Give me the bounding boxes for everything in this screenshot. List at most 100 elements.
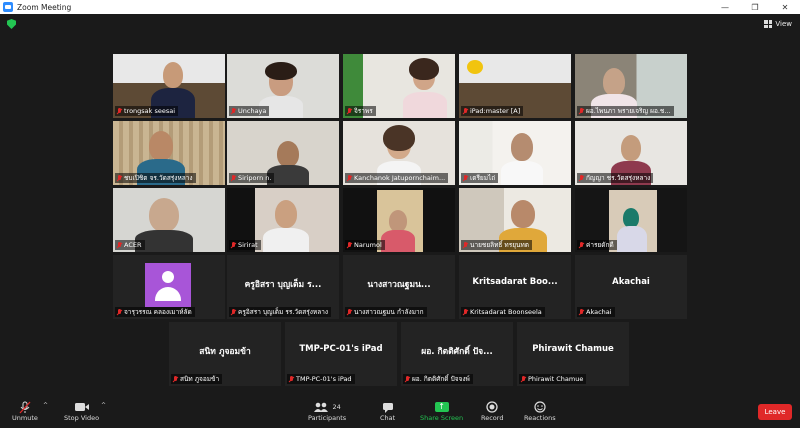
mic-muted-icon (346, 241, 352, 249)
video-tile-name-only[interactable]: ครูอิสรา บุญเต็ม ร... ครูอิสรา บุญเต็ม ร… (227, 255, 339, 319)
video-tile-active-speaker[interactable]: Unchaya (227, 54, 339, 118)
close-button[interactable]: ✕ (770, 0, 800, 14)
video-options-chevron-icon[interactable]: ^ (101, 402, 106, 409)
video-tile[interactable]: iPad:master [A] (459, 54, 571, 118)
video-tile[interactable]: จิราพร (343, 54, 455, 118)
participant-name: Kritsadarat Boonseela (470, 308, 542, 316)
mic-muted-icon (578, 107, 584, 115)
participant-display-name: ผอ. กิตติศักดิ์ ปัจ... (421, 347, 493, 357)
record-label: Record (481, 414, 504, 422)
participant-name: ผอ.ไพนภา พรายเจริญ ผอ.ช... (586, 107, 671, 115)
mic-muted-icon (462, 241, 468, 249)
record-icon (486, 401, 498, 413)
title-bar: Zoom Meeting — ❐ ✕ (0, 0, 800, 14)
video-tile[interactable]: Sirirat (227, 188, 339, 252)
participants-button[interactable]: 24 Participants (308, 400, 346, 422)
mic-muted-icon (116, 308, 122, 316)
mic-muted-icon (346, 174, 352, 182)
video-tile[interactable]: ผอ.ไพนภา พรายเจริญ ผอ.ช... (575, 54, 687, 118)
video-tile[interactable]: trongsak seesai (113, 54, 225, 118)
stop-video-button[interactable]: Stop Video (64, 400, 99, 422)
mic-muted-icon (230, 174, 236, 182)
video-tile[interactable]: กัญญา ชร.วัดสรุ่งหลาง (575, 121, 687, 185)
audio-options-chevron-icon[interactable]: ^ (43, 402, 48, 409)
record-button[interactable]: Record (481, 400, 503, 422)
chat-label: Chat (380, 414, 396, 422)
video-tile[interactable]: Siriporn n. (227, 121, 339, 185)
participants-count: 24 (332, 403, 341, 411)
unmute-label: Unmute (12, 414, 38, 422)
mic-muted-icon (578, 308, 584, 316)
mic-off-icon (19, 401, 31, 413)
participant-display-name: สนิท ภูจอมข้า (199, 347, 251, 357)
mic-muted-icon (116, 107, 122, 115)
participant-name: iPad:master [A] (470, 107, 521, 115)
video-tile[interactable]: Kanchanok Jatupornchaim... (343, 121, 455, 185)
participant-name: เตรียมไถ่ (470, 174, 496, 182)
video-gallery: View trongsak seesai Unchaya จิราพร iPad… (0, 14, 800, 398)
reactions-smiley-icon (534, 401, 546, 413)
participants-label: Participants (308, 414, 347, 422)
avatar (145, 263, 191, 307)
video-tile-name-only[interactable]: นางสาวณฐมน... นางสาวณฐมน กำลังมาก (343, 255, 455, 319)
leave-button[interactable]: Leave (758, 404, 792, 420)
participant-name: ผอ. กิตติศักดิ์ ปัจจงพ์ (412, 375, 470, 383)
video-camera-icon (74, 403, 89, 411)
view-label: View (775, 20, 792, 28)
video-tile[interactable]: ค่ารยดักดี (575, 188, 687, 252)
mic-muted-icon (288, 375, 294, 383)
participant-name: Narumol (354, 241, 382, 249)
video-tile[interactable]: นายชยลิทธิ์ ทรยุนทต (459, 188, 571, 252)
participant-name: ACER (124, 241, 142, 249)
mic-muted-icon (578, 174, 584, 182)
restore-button[interactable]: ❐ (740, 0, 770, 14)
chat-button[interactable]: Chat (380, 400, 395, 422)
meeting-toolbar: Unmute ^ Stop Video ^ 24 Participants Ch… (0, 398, 800, 428)
video-tile[interactable]: ชบเปิชิต จร.วัดสรุ่งหลาง (113, 121, 225, 185)
participant-name: Siriporn n. (238, 174, 272, 182)
reactions-label: Reactions (524, 414, 556, 422)
participant-name: นางสาวณฐมน กำลังมาก (354, 308, 424, 316)
unmute-button[interactable]: Unmute (12, 400, 38, 422)
mic-muted-icon (116, 174, 122, 182)
view-button[interactable]: View (764, 20, 792, 28)
participant-name: จิราพร (354, 107, 373, 115)
mic-muted-icon (230, 107, 236, 115)
participant-name: TMP-PC-01's iPad (296, 375, 352, 383)
video-tile-name-only[interactable]: Akachai Akachai (575, 255, 687, 319)
participant-name: trongsak seesai (124, 107, 176, 115)
mic-muted-icon (520, 375, 526, 383)
video-tile-name-only[interactable]: สนิท ภูจอมข้า สนิท ภูจอมข้า (169, 322, 281, 386)
chat-icon (382, 402, 393, 413)
share-screen-label: Share Screen (420, 414, 464, 422)
reactions-button[interactable]: Reactions (524, 400, 556, 422)
share-screen-icon: ↑ (434, 402, 449, 412)
participant-name: ค่ารยดักดี (586, 241, 614, 249)
zoom-logo-icon (3, 2, 13, 12)
video-tile-name-only[interactable]: ผอ. กิตติศักดิ์ ปัจ... ผอ. กิตติศักดิ์ ป… (401, 322, 513, 386)
participant-display-name: นางสาวณฐมน... (367, 280, 431, 290)
participant-name: กัญญา ชร.วัดสรุ่งหลาง (586, 174, 651, 182)
video-tile[interactable]: เตรียมไถ่ (459, 121, 571, 185)
mic-muted-icon (346, 308, 352, 316)
participant-name: Phirawit Chamue (528, 375, 584, 383)
participant-name: Akachai (586, 308, 612, 316)
share-screen-button[interactable]: ↑ Share Screen (420, 400, 463, 422)
participant-name: Kanchanok Jatupornchaim... (354, 174, 446, 182)
participant-name: ครูอิสรา บุญเต็ม รร.วัดสรุ่งหลาง (238, 308, 329, 316)
mic-muted-icon (578, 241, 584, 249)
minimize-button[interactable]: — (710, 0, 740, 14)
participant-name: สนิท ภูจอมข้า (180, 375, 220, 383)
video-tile[interactable]: ACER (113, 188, 225, 252)
video-tile-name-only[interactable]: Phirawit Chamue Phirawit Chamue (517, 322, 629, 386)
video-tile-name-only[interactable]: Kritsadarat Boo... Kritsadarat Boonseela (459, 255, 571, 319)
participant-display-name: Phirawit Chamue (532, 344, 614, 354)
mic-muted-icon (116, 241, 122, 249)
stop-video-label: Stop Video (64, 414, 100, 422)
participant-name: จารุวรรณ คลองเมาห์ลัด (124, 308, 192, 316)
security-shield-icon[interactable] (7, 19, 16, 29)
video-tile-avatar[interactable]: จารุวรรณ คลองเมาห์ลัด (113, 255, 225, 319)
video-tile-name-only[interactable]: TMP-PC-01's iPad TMP-PC-01's iPad (285, 322, 397, 386)
grid-view-icon (764, 20, 773, 28)
video-tile[interactable]: Narumol (343, 188, 455, 252)
